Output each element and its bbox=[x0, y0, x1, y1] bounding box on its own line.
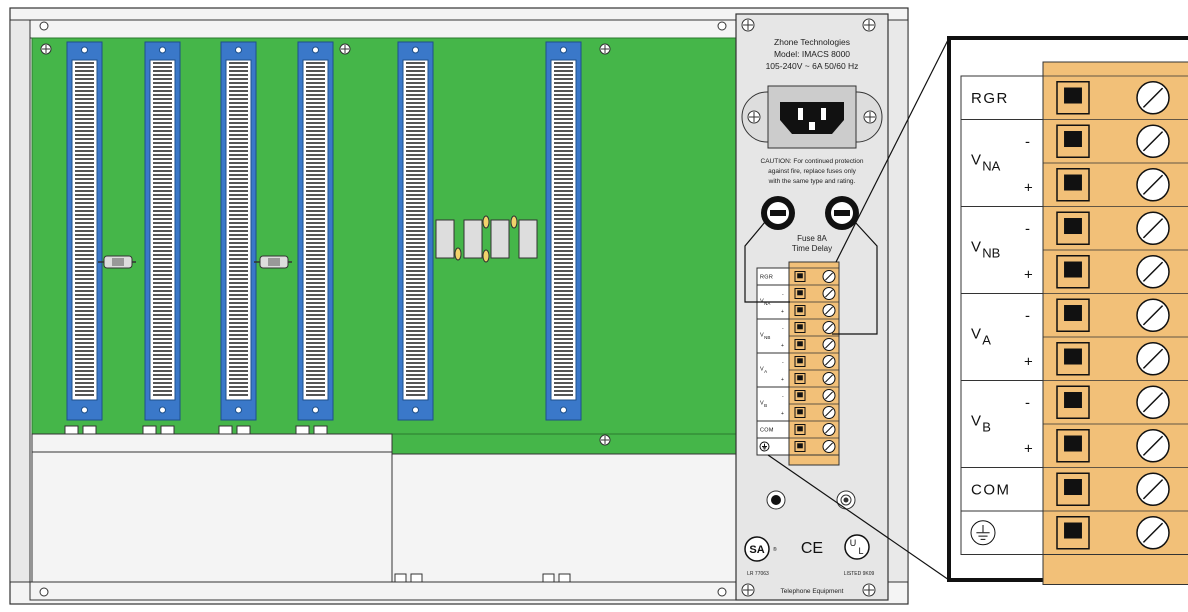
backplane-lower-right bbox=[391, 433, 737, 455]
imacs-8000-rear-view-diagram: Zhone Technologies Model: IMACS 8000 105… bbox=[0, 0, 1188, 607]
label-sub-a: A bbox=[982, 333, 991, 348]
card-connector-5 bbox=[397, 41, 434, 421]
label-com: COM bbox=[760, 427, 774, 433]
backplane-screw-1 bbox=[40, 43, 52, 55]
manufacturer-label: Zhone Technologies bbox=[774, 37, 850, 47]
fuse-holder-left[interactable] bbox=[761, 196, 795, 230]
fuse-type-label: Time Delay bbox=[792, 244, 832, 253]
ce-mark: CE bbox=[801, 540, 823, 557]
label-rgr: RGR bbox=[760, 274, 773, 280]
label-minus-na: - bbox=[1025, 134, 1030, 151]
ground-stud[interactable] bbox=[766, 490, 786, 510]
backplane-screw-4 bbox=[599, 434, 611, 446]
label-minus-a: - bbox=[1025, 308, 1030, 325]
ul-logo: U L bbox=[844, 534, 870, 560]
model-label: Model: IMACS 8000 bbox=[774, 49, 850, 59]
backplane-fuse-left bbox=[98, 255, 136, 269]
ground-symbol-icon bbox=[970, 520, 996, 546]
terminal-block-small: RGRV NA-+V NB-+V A-+V B-+COM bbox=[756, 261, 840, 466]
card-connector-2 bbox=[142, 41, 181, 435]
label-plus-nb: + bbox=[1024, 266, 1033, 283]
label-v-na: V bbox=[971, 152, 981, 169]
csa-logo-text: SA bbox=[749, 544, 764, 556]
csa-registered-mark: ® bbox=[773, 546, 777, 553]
panel-screw-4 bbox=[862, 583, 876, 597]
power-rating-label: 105-240V ~ 6A 50/60 Hz bbox=[766, 61, 859, 71]
label-minus-b: - bbox=[1025, 395, 1030, 412]
chassis-right-rail bbox=[887, 19, 909, 583]
ac-power-inlet bbox=[741, 85, 883, 149]
label-sub-a: A bbox=[764, 369, 767, 374]
caution-line-1: CAUTION: For continued protection bbox=[761, 158, 864, 165]
label-sub-na: NA bbox=[982, 159, 1000, 174]
footer-label: Telephone Equipment bbox=[781, 588, 844, 595]
label-sub-nb: NB bbox=[764, 335, 770, 340]
label-v-a: V bbox=[971, 326, 981, 343]
panel-screw-1 bbox=[741, 18, 755, 32]
label-plus-a: + bbox=[1024, 353, 1033, 370]
fuse-holder-right[interactable] bbox=[825, 196, 859, 230]
label-minus-nb: - bbox=[1025, 221, 1030, 238]
panel-screw-2 bbox=[862, 18, 876, 32]
card-connector-6 bbox=[545, 41, 582, 421]
ac-inlet-screw-right bbox=[863, 110, 877, 124]
panel-screw-3 bbox=[741, 583, 755, 597]
card-connector-4 bbox=[295, 41, 334, 435]
chassis-left-rail bbox=[9, 19, 31, 583]
csa-cert-number: LR 77063 bbox=[747, 571, 769, 577]
label-plus-a: + bbox=[781, 377, 784, 383]
label-com: COM bbox=[971, 482, 1011, 499]
terminal-block-zoomed: RGRV NA-+V NB-+V A-+V B-+COM bbox=[960, 61, 1188, 585]
caution-line-2: against fire, replace fuses only bbox=[768, 168, 857, 175]
backplane-screw-3 bbox=[599, 43, 611, 55]
fuse-rating-label: Fuse 8A bbox=[797, 234, 827, 243]
label-sub-b: B bbox=[982, 420, 991, 435]
label-v-b: V bbox=[971, 413, 981, 430]
label-sub-nb: NB bbox=[982, 246, 1000, 261]
ul-listing-number: LISTED 9K09 bbox=[844, 571, 875, 577]
label-v-nb: V bbox=[971, 239, 981, 256]
label-plus-na: + bbox=[781, 309, 784, 315]
ul-logo-l: L bbox=[858, 546, 863, 556]
label-plus-b: + bbox=[781, 411, 784, 417]
card-connector-3 bbox=[218, 41, 257, 435]
backplane-screw-2 bbox=[339, 43, 351, 55]
label-plus-na: + bbox=[1024, 179, 1033, 196]
label-sub-b: B bbox=[764, 403, 767, 408]
label-rgr: RGR bbox=[971, 90, 1009, 107]
ac-inlet-screw-left bbox=[747, 110, 761, 124]
backplane-board bbox=[31, 37, 737, 435]
ground-nut[interactable] bbox=[836, 490, 856, 510]
label-plus-b: + bbox=[1024, 440, 1033, 457]
ul-logo-u: U bbox=[850, 538, 857, 548]
backplane-fuse-right bbox=[254, 255, 292, 269]
ground-symbol-icon bbox=[759, 441, 770, 452]
lower-card-bay-right bbox=[391, 453, 737, 583]
lower-card-bay-left bbox=[31, 433, 393, 583]
label-plus-nb: + bbox=[781, 343, 784, 349]
card-connector-1 bbox=[64, 41, 103, 435]
caution-line-3: with the same type and rating. bbox=[768, 178, 856, 185]
